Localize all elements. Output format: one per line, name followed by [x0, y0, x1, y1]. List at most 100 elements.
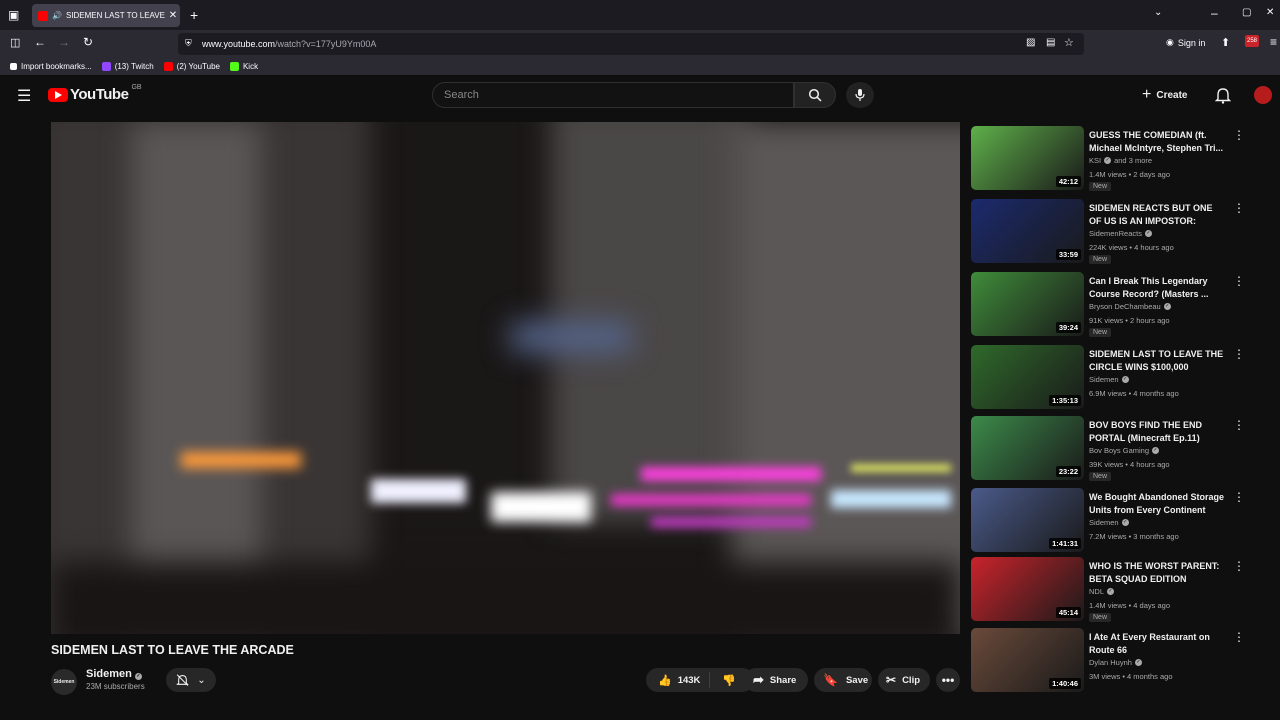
notifications-bell-icon[interactable] — [1215, 87, 1231, 104]
recommendation-item[interactable]: 45:14 WHO IS THE WORST PARENT: BETA SQUAD… — [971, 557, 1251, 623]
more-vertical-icon[interactable]: ⋮ — [1233, 560, 1245, 572]
chevron-down-icon[interactable]: ⌄ — [1154, 7, 1162, 18]
recommendation-item[interactable]: 1:35:13 SIDEMEN LAST TO LEAVE THE CIRCLE … — [971, 345, 1251, 411]
more-vertical-icon[interactable]: ⋮ — [1233, 491, 1245, 503]
search-button[interactable] — [794, 82, 836, 108]
recommendation-channel[interactable]: Bryson DeChambeau ✓ — [1089, 302, 1171, 311]
hamburger-menu-icon[interactable]: ☰ — [17, 86, 31, 106]
video-thumbnail[interactable]: 42:12 — [971, 126, 1084, 190]
recommendation-title[interactable]: SIDEMEN REACTS BUT ONE OF US IS AN IMPOS… — [1089, 202, 1225, 229]
dislike-button[interactable]: 👎 — [710, 674, 736, 687]
recommendation-item[interactable]: 39:24 Can I Break This Legendary Course R… — [971, 272, 1251, 338]
bookmark-label: Kick — [242, 61, 259, 71]
recommendation-title[interactable]: I Ate At Every Restaurant on Route 66 — [1089, 631, 1225, 657]
sidebar-toggle-icon[interactable]: ◫ — [10, 36, 20, 49]
more-vertical-icon[interactable]: ⋮ — [1233, 202, 1245, 214]
sign-in-button[interactable]: ◉ Sign in — [1166, 37, 1205, 48]
tab-list-icon[interactable]: ▣ — [8, 8, 19, 22]
subscriber-count: 23M subscribers — [86, 682, 145, 691]
thumbs-down-icon: 👎 — [722, 674, 736, 687]
create-button[interactable]: + Create — [1142, 84, 1187, 106]
new-tab-icon[interactable]: + — [190, 7, 198, 23]
speaker-icon[interactable]: 🔊 — [52, 11, 62, 20]
reload-icon[interactable]: ↻ — [83, 35, 93, 49]
channel-avatar[interactable]: Sidemen — [51, 669, 77, 695]
channel-name: KSI — [1089, 156, 1102, 165]
recommendation-title[interactable]: BOV BOYS FIND THE END PORTAL (Minecraft … — [1089, 419, 1225, 445]
extensions-icon[interactable]: ⬆ — [1221, 36, 1230, 49]
youtube-logo[interactable]: YouTube GB — [48, 84, 142, 103]
video-frame-blur — [831, 490, 951, 508]
shield-icon[interactable]: ⛨ — [185, 38, 192, 49]
channel-name: Sidemen — [1089, 375, 1119, 384]
bookmark-star-icon[interactable]: ☆ — [1064, 36, 1074, 49]
more-vertical-icon[interactable]: ⋮ — [1233, 275, 1245, 287]
microphone-icon — [855, 89, 865, 101]
picture-icon[interactable]: ▨ — [1026, 37, 1035, 48]
minimize-icon[interactable]: – — [1211, 6, 1218, 20]
channel-name: NDL — [1089, 587, 1105, 596]
recommendation-channel[interactable]: Bov Boys Gaming ✓ — [1089, 446, 1160, 455]
more-actions-button[interactable]: ••• — [936, 668, 960, 692]
more-vertical-icon[interactable]: ⋮ — [1233, 419, 1245, 431]
bookmark-import[interactable]: Import bookmarks... — [10, 62, 92, 71]
recommendation-channel[interactable]: Sidemen ✓ — [1089, 518, 1129, 527]
recommendation-title[interactable]: Can I Break This Legendary Course Record… — [1089, 275, 1225, 301]
share-label: Share — [769, 674, 797, 686]
video-duration: 45:14 — [1055, 607, 1081, 618]
recommendation-channel[interactable]: SidemenReacts ✓ — [1089, 229, 1152, 238]
recommendation-item[interactable]: 1:40:46 I Ate At Every Restaurant on Rout… — [971, 628, 1251, 694]
url-bar[interactable]: ⛨ www.youtube.com/watch?v=177yU9Ym00A ▨ … — [178, 33, 1084, 55]
scissors-icon: ✂ — [886, 673, 897, 687]
recommendation-channel[interactable]: KSI ✓ and 3 more — [1089, 156, 1152, 165]
video-thumbnail[interactable]: 1:40:46 — [971, 628, 1084, 692]
video-thumbnail[interactable]: 1:41:31 — [971, 488, 1084, 552]
close-window-icon[interactable]: ✕ — [1266, 7, 1274, 18]
menu-icon[interactable]: ≡ — [1270, 35, 1277, 49]
subscribed-notifications-button[interactable]: ⌄ — [166, 668, 216, 692]
video-thumbnail[interactable]: 45:14 — [971, 557, 1084, 621]
recommendation-title[interactable]: GUESS THE COMEDIAN (ft. Michael McIntyre… — [1089, 129, 1225, 155]
recommendation-item[interactable]: 42:12 GUESS THE COMEDIAN (ft. Michael McI… — [971, 126, 1251, 192]
twitch-icon — [101, 61, 111, 71]
search-input[interactable]: Search — [432, 82, 794, 108]
extension-badge-icon[interactable]: 258 — [1245, 35, 1259, 47]
share-icon: ➦ — [753, 672, 764, 687]
bookmark-youtube[interactable]: (2) YouTube — [163, 61, 220, 71]
recommendation-title[interactable]: WHO IS THE WORST PARENT: BETA SQUAD EDIT… — [1089, 560, 1225, 586]
recommendation-title[interactable]: SIDEMEN LAST TO LEAVE THE CIRCLE WINS $1… — [1089, 348, 1225, 374]
recommendation-item[interactable]: 1:41:31 We Bought Abandoned Storage Units… — [971, 488, 1251, 554]
reader-view-icon[interactable]: ▤ — [1046, 37, 1055, 48]
video-player[interactable] — [51, 122, 960, 634]
recommendation-channel[interactable]: Dylan Huynh ✓ — [1089, 658, 1142, 667]
video-thumbnail[interactable]: 23:22 — [971, 416, 1084, 480]
recommendation-item[interactable]: 23:22 BOV BOYS FIND THE END PORTAL (Minec… — [971, 416, 1251, 482]
back-icon[interactable]: ← — [34, 35, 46, 49]
like-button[interactable]: 👍 143K — [646, 672, 710, 688]
share-button[interactable]: ➦ Share — [744, 668, 808, 692]
forward-icon[interactable]: → — [58, 35, 70, 49]
more-vertical-icon[interactable]: ⋮ — [1233, 631, 1245, 643]
avatar[interactable] — [1254, 86, 1272, 104]
recommendation-channel[interactable]: Sidemen ✓ — [1089, 375, 1129, 384]
save-button[interactable]: 🔖 Save — [814, 668, 872, 692]
video-thumbnail[interactable]: 33:59 — [971, 199, 1084, 263]
video-thumbnail[interactable]: 1:35:13 — [971, 345, 1084, 409]
video-thumbnail[interactable]: 39:24 — [971, 272, 1084, 336]
maximize-icon[interactable]: ▢ — [1242, 7, 1251, 18]
video-duration: 1:35:13 — [1049, 395, 1081, 406]
bookmark-kick[interactable]: Kick — [229, 61, 259, 71]
close-tab-icon[interactable]: ✕ — [166, 10, 180, 21]
video-frame-blur — [491, 492, 591, 522]
channel-name[interactable]: Sidemen ✓ — [86, 668, 142, 680]
recommendation-channel[interactable]: NDL ✓ — [1089, 587, 1115, 596]
more-vertical-icon[interactable]: ⋮ — [1233, 129, 1245, 141]
browser-tab[interactable]: 🔊 SIDEMEN LAST TO LEAVE THE ARCADE ✕ — [32, 4, 180, 27]
bookmark-twitch[interactable]: (13) Twitch — [101, 61, 154, 71]
recommendation-meta: 91K views • 2 hours ago — [1089, 316, 1170, 325]
voice-search-button[interactable] — [846, 82, 874, 108]
more-vertical-icon[interactable]: ⋮ — [1233, 348, 1245, 360]
clip-button[interactable]: ✂ Clip — [878, 668, 930, 692]
recommendation-item[interactable]: 33:59 SIDEMEN REACTS BUT ONE OF US IS AN … — [971, 199, 1251, 265]
recommendation-title[interactable]: We Bought Abandoned Storage Units from E… — [1089, 491, 1225, 518]
